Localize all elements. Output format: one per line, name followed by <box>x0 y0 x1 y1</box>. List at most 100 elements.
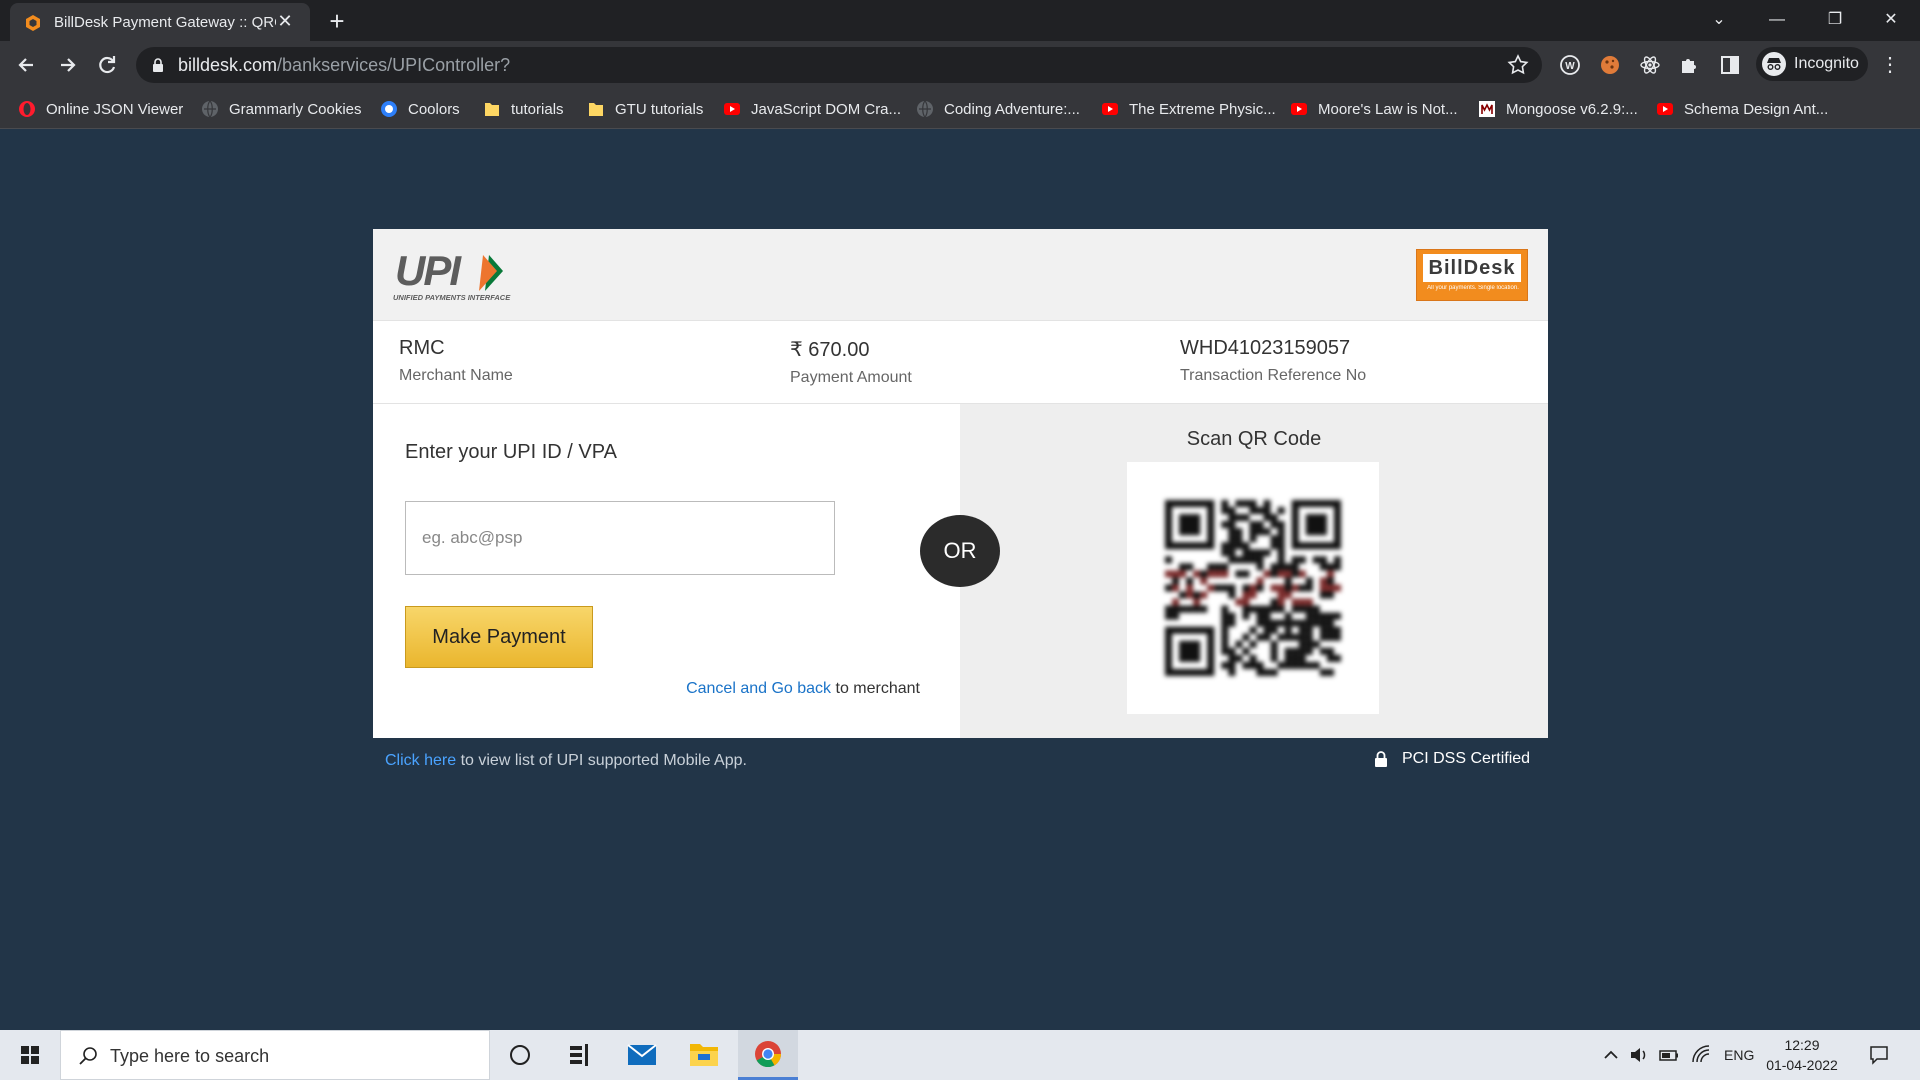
pci-dss-badge: PCI DSS Certified <box>1374 750 1530 768</box>
vpa-input[interactable] <box>405 501 835 575</box>
upi-logo: UPI UNIFIED PAYMENTS INTERFACE <box>393 247 511 302</box>
browser-toolbar: billdesk.com/bankservices/UPIController?… <box>0 41 1920 89</box>
windows-start-icon[interactable] <box>0 1030 60 1080</box>
bookmark-grammarly-cookies[interactable]: Grammarly Cookies <box>201 97 362 121</box>
windows-taskbar: Type here to search ENG 12:29 01-04-2022 <box>0 1030 1920 1080</box>
browser-menu-icon[interactable]: ⋮ <box>1880 55 1900 75</box>
bookmark-mongoose[interactable]: Mongoose v6.2.9:... <box>1478 97 1638 121</box>
billdesk-logo: BillDesk All your payments. Single locat… <box>1416 249 1528 301</box>
extensions-puzzle-icon[interactable] <box>1678 53 1702 77</box>
bookmark-coolors[interactable]: Coolors <box>380 97 460 121</box>
show-hidden-icons-icon[interactable] <box>1600 1044 1622 1066</box>
tab-search-icon[interactable]: ⌄ <box>1690 0 1748 40</box>
merchant-name-value: RMC <box>399 337 445 359</box>
forward-arrow-icon[interactable] <box>51 49 83 81</box>
youtube-icon <box>1102 103 1118 115</box>
bookmark-tutorials[interactable]: tutorials <box>483 97 564 121</box>
globe-icon <box>202 100 218 118</box>
cancel-line: Cancel and Go back to merchant <box>686 680 920 697</box>
or-divider: OR <box>920 515 1000 587</box>
url-text: billdesk.com/bankservices/UPIController? <box>178 55 511 75</box>
make-payment-button[interactable]: Make Payment <box>405 606 593 668</box>
incognito-label: Incognito <box>1794 55 1859 72</box>
mail-icon[interactable] <box>612 1030 672 1080</box>
cookie-extension-icon[interactable] <box>1598 53 1622 77</box>
volume-icon[interactable] <box>1628 1044 1650 1066</box>
transaction-info-row: RMC Merchant Name ₹ 670.00 Payment Amoun… <box>373 321 1548 404</box>
bookmark-schema-design[interactable]: Schema Design Ant... <box>1656 97 1828 121</box>
notifications-icon[interactable] <box>1868 1044 1890 1066</box>
vpa-title: Enter your UPI ID / VPA <box>405 441 617 463</box>
language-indicator[interactable]: ENG <box>1724 1047 1754 1063</box>
taskbar-clock[interactable]: 12:29 01-04-2022 <box>1762 1035 1842 1075</box>
card-header: UPI UNIFIED PAYMENTS INTERFACE BillDesk … <box>373 229 1548 321</box>
opera-icon <box>19 101 35 117</box>
taskbar-search-box[interactable]: Type here to search <box>60 1030 490 1080</box>
bookmark-javascript-dom[interactable]: JavaScript DOM Cra... <box>723 97 901 121</box>
bookmarks-bar: Online JSON Viewer Grammarly Cookies Coo… <box>0 89 1920 129</box>
payment-amount-value: ₹ 670.00 <box>790 339 870 361</box>
payment-card: UPI UNIFIED PAYMENTS INTERFACE BillDesk … <box>373 229 1548 738</box>
amount-info: ₹ 670.00 Payment Amount <box>790 337 912 387</box>
reload-icon[interactable] <box>91 49 123 81</box>
transaction-ref-value: WHD41023159057 <box>1180 337 1351 359</box>
mongoose-icon <box>1479 101 1495 117</box>
bookmark-online-json-viewer[interactable]: Online JSON Viewer <box>18 97 183 121</box>
wifi-icon[interactable] <box>1690 1044 1712 1066</box>
task-view-icon[interactable] <box>550 1030 610 1080</box>
qr-pane: Scan QR Code <box>960 404 1548 738</box>
cortana-icon[interactable] <box>490 1030 550 1080</box>
qr-code-image <box>1165 500 1341 676</box>
address-bar[interactable]: billdesk.com/bankservices/UPIController? <box>136 47 1542 83</box>
side-panel-icon[interactable] <box>1718 53 1742 77</box>
qr-code-box <box>1127 462 1379 714</box>
youtube-icon <box>724 103 740 115</box>
svg-text:UPI: UPI <box>395 247 462 294</box>
svg-text:UNIFIED PAYMENTS INTERFACE: UNIFIED PAYMENTS INTERFACE <box>393 293 511 302</box>
click-here-link[interactable]: Click here <box>385 752 456 769</box>
battery-icon[interactable] <box>1658 1044 1680 1066</box>
chrome-icon <box>755 1041 782 1068</box>
clock-time: 12:29 <box>1784 1037 1820 1053</box>
back-arrow-icon[interactable] <box>11 49 43 81</box>
transaction-ref-label: Transaction Reference No <box>1180 367 1367 384</box>
qr-title: Scan QR Code <box>1186 428 1322 450</box>
billdesk-favicon-icon <box>26 15 40 31</box>
close-window-button[interactable]: ✕ <box>1862 0 1920 40</box>
coolors-icon <box>381 101 397 117</box>
payment-amount-label: Payment Amount <box>790 369 912 386</box>
youtube-icon <box>1657 103 1673 115</box>
tab-close-icon[interactable]: ✕ <box>274 10 296 32</box>
minimize-button[interactable]: — <box>1748 0 1806 40</box>
bookmark-gtu-tutorials[interactable]: GTU tutorials <box>587 97 703 121</box>
new-tab-button[interactable]: + <box>322 7 352 37</box>
folder-icon <box>485 103 499 116</box>
react-devtools-icon[interactable] <box>1638 53 1662 77</box>
transaction-ref-info: WHD41023159057 Transaction Reference No <box>1180 337 1366 385</box>
cancel-go-back-link[interactable]: Cancel and Go back <box>686 680 831 697</box>
globe-icon <box>917 100 933 118</box>
browser-tab[interactable]: BillDesk Payment Gateway :: QRC ✕ <box>10 3 310 41</box>
vpa-pane: Enter your UPI ID / VPA Make Payment Can… <box>373 404 960 738</box>
bookmark-star-icon[interactable] <box>1506 53 1530 77</box>
merchant-info: RMC Merchant Name <box>399 337 513 385</box>
tab-title: BillDesk Payment Gateway :: QRC <box>54 14 276 31</box>
incognito-icon <box>1762 52 1786 76</box>
svg-text:W: W <box>1565 61 1575 72</box>
upi-apps-footer: Click here to view list of UPI supported… <box>385 752 747 769</box>
file-explorer-icon[interactable] <box>674 1030 734 1080</box>
chrome-taskbar-button[interactable] <box>738 1030 798 1080</box>
padlock-icon <box>1375 751 1387 767</box>
bookmark-moores-law[interactable]: Moore's Law is Not... <box>1290 97 1458 121</box>
taskbar-search-placeholder: Type here to search <box>110 1046 270 1066</box>
incognito-profile-button[interactable]: Incognito <box>1756 47 1868 81</box>
lock-icon[interactable] <box>152 57 164 73</box>
browser-tab-strip: BillDesk Payment Gateway :: QRC ✕ + ⌄ — … <box>0 0 1920 41</box>
merchant-name-label: Merchant Name <box>399 367 513 384</box>
w-extension-icon[interactable]: W <box>1558 53 1582 77</box>
bookmark-extreme-physics[interactable]: The Extreme Physic... <box>1101 97 1276 121</box>
bookmark-coding-adventure[interactable]: Coding Adventure:... <box>916 97 1080 121</box>
search-icon <box>79 1047 97 1065</box>
restore-button[interactable]: ❐ <box>1806 0 1864 40</box>
clock-date: 01-04-2022 <box>1766 1057 1838 1073</box>
